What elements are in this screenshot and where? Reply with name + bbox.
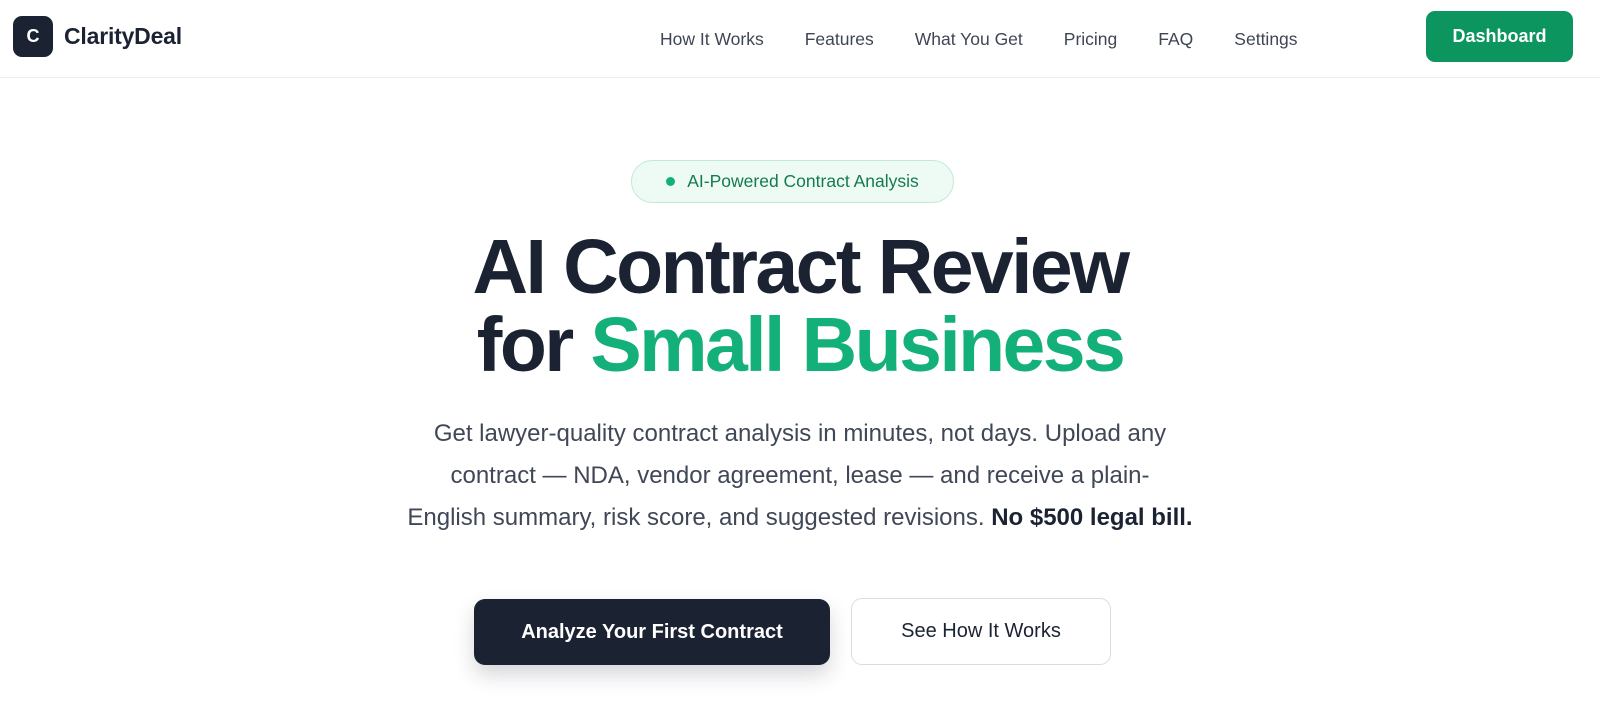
subtitle-line-1: Get lawyer-quality contract analysis in … <box>433 420 1167 447</box>
brand-mark-icon: C <box>13 16 53 57</box>
headline-line-2: for Small Business <box>0 306 1600 384</box>
analyze-contract-button[interactable]: Analyze Your First Contract <box>474 599 830 665</box>
nav-how-it-works[interactable]: How It Works <box>660 29 764 50</box>
subtitle-line-3: English summary, risk score, and suggest… <box>330 497 1270 539</box>
see-how-it-works-button[interactable]: See How It Works <box>851 598 1111 665</box>
nav-settings[interactable]: Settings <box>1234 29 1297 50</box>
hero-headline: AI Contract Review for Small Business <box>0 228 1600 384</box>
headline-prefix: for <box>476 302 591 388</box>
feature-badge: AI-Powered Contract Analysis <box>631 160 954 203</box>
site-header: C ClarityDeal How It Works Features What… <box>0 0 1600 78</box>
headline-accent: Small Business <box>590 302 1125 388</box>
dashboard-button[interactable]: Dashboard <box>1426 11 1573 62</box>
nav-faq[interactable]: FAQ <box>1158 29 1193 50</box>
hero-section: AI-Powered Contract Analysis AI Contract… <box>0 78 1600 705</box>
nav-pricing[interactable]: Pricing <box>1064 29 1118 50</box>
subtitle-emphasis: No $500 legal bill. <box>991 504 1193 531</box>
status-dot-icon <box>666 177 676 186</box>
brand-name: ClarityDeal <box>64 23 182 49</box>
main-nav: How It Works Features What You Get Prici… <box>660 0 1298 78</box>
nav-features[interactable]: Features <box>805 29 874 50</box>
landing-page: C ClarityDeal How It Works Features What… <box>0 0 1600 705</box>
nav-what-you-get[interactable]: What You Get <box>915 29 1023 50</box>
headline-line-1: AI Contract Review <box>472 224 1131 310</box>
subtitle-line-3-text: English summary, risk score, and suggest… <box>407 504 992 531</box>
brand-logo-link[interactable]: C ClarityDeal <box>13 16 182 57</box>
hero-subtitle: Get lawyer-quality contract analysis in … <box>330 413 1270 539</box>
subtitle-line-2: contract — NDA, vendor agreement, lease … <box>450 462 1150 489</box>
badge-label: AI-Powered Contract Analysis <box>687 171 919 191</box>
